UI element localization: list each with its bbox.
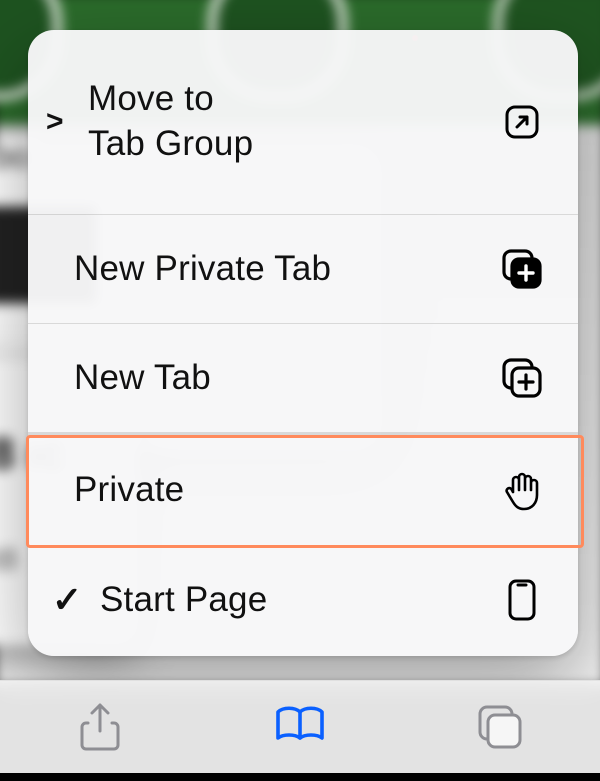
tab-groups-menu: > Move to Tab Group New Private Tab New … [28, 30, 578, 656]
share-button[interactable] [70, 697, 130, 757]
chevron-right-icon: > [46, 105, 64, 139]
bottom-toolbar [0, 680, 600, 773]
menu-item-label: Private [74, 468, 184, 513]
bg-fragment-t8: t8 [0, 543, 17, 578]
phone-outline-icon [500, 578, 544, 622]
stack-plus-fill-icon [500, 247, 544, 291]
menu-item-start-page[interactable]: ✓ Start Page [28, 544, 578, 656]
hand-icon [500, 468, 544, 512]
checkmark-icon: ✓ [52, 579, 82, 621]
menu-item-new-tab[interactable]: New Tab [28, 323, 578, 432]
open-external-icon [500, 100, 544, 144]
menu-item-label: Start Page [100, 578, 267, 623]
stack-plus-icon [500, 356, 544, 400]
menu-item-label: Move to Tab Group [88, 77, 253, 167]
menu-item-label: New Private Tab [74, 247, 331, 292]
tabs-button[interactable] [470, 697, 530, 757]
bookmarks-button[interactable] [270, 697, 330, 757]
menu-item-move-to-tab-group[interactable]: > Move to Tab Group [28, 30, 578, 214]
menu-item-private[interactable]: Private [28, 432, 578, 544]
menu-item-label: New Tab [74, 356, 211, 401]
menu-item-new-private-tab[interactable]: New Private Tab [28, 214, 578, 323]
